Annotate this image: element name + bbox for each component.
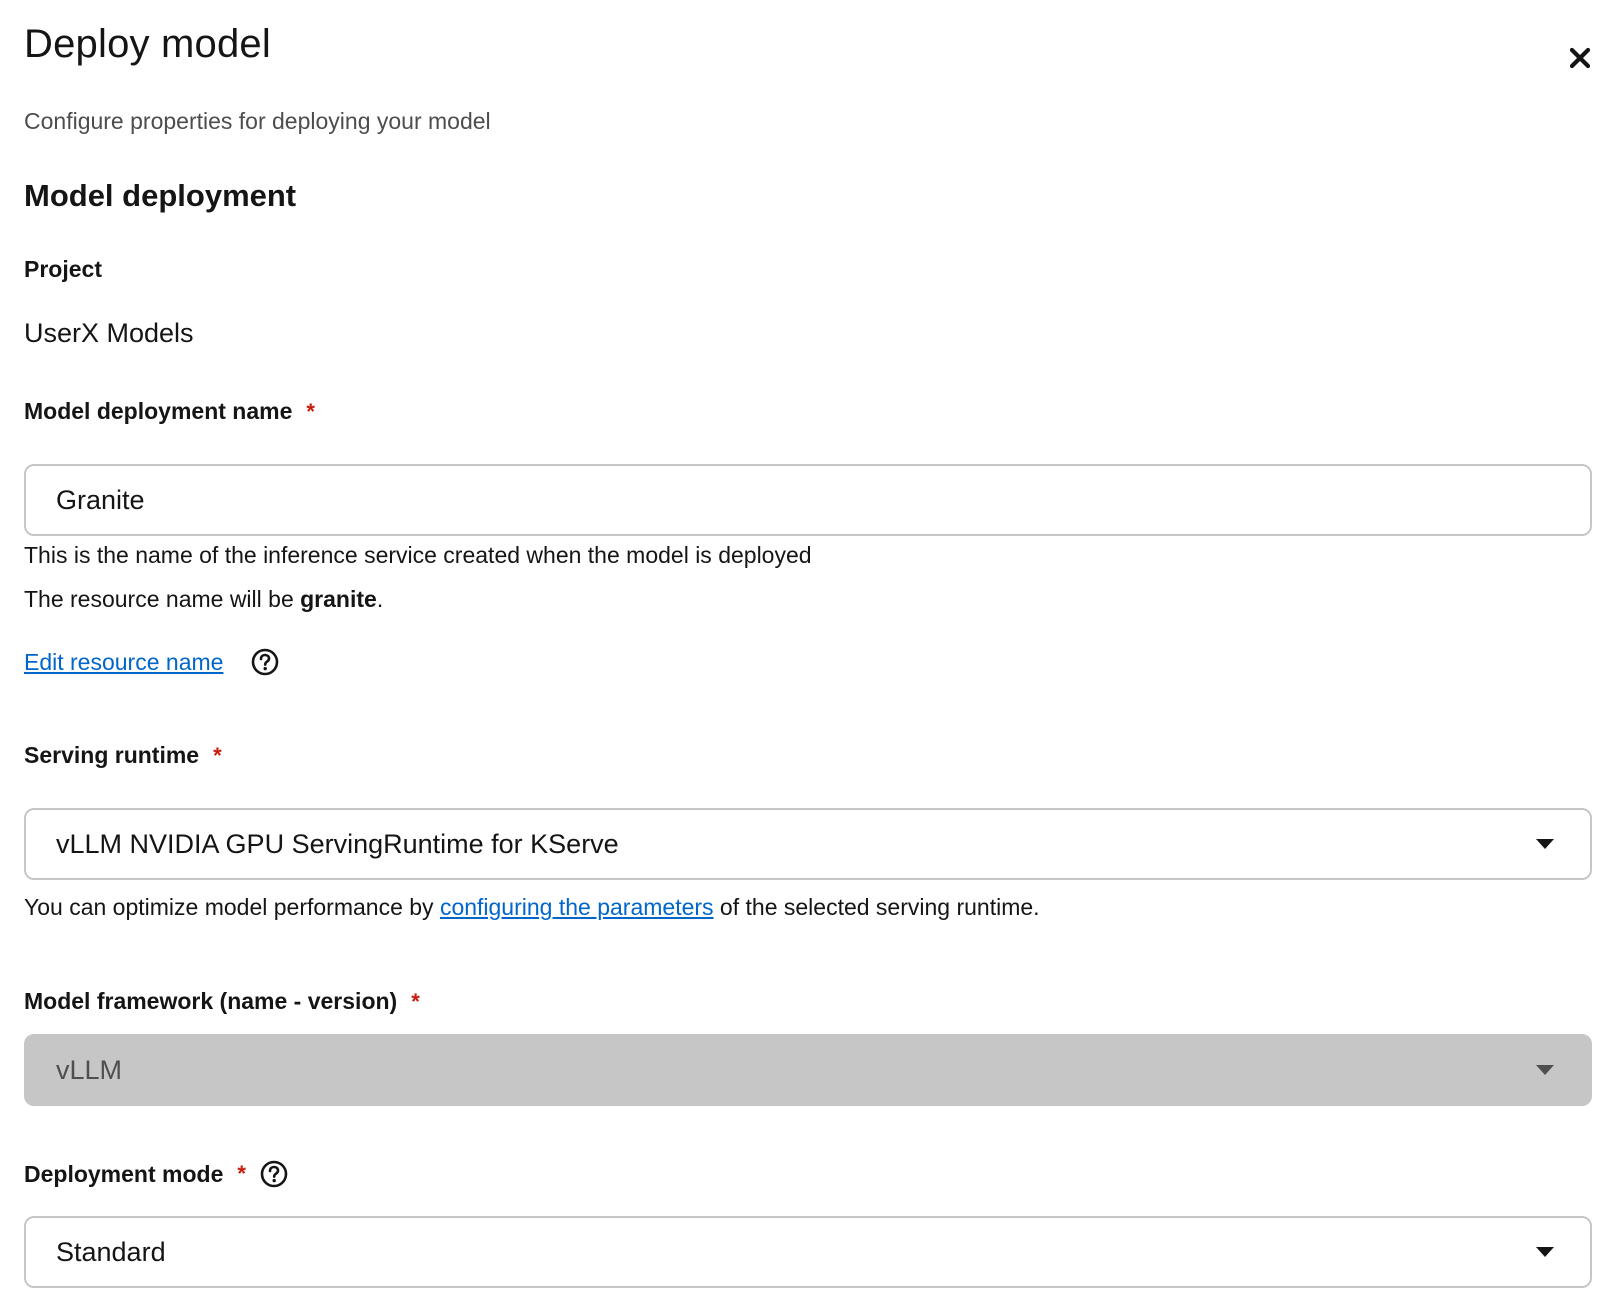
help-icon[interactable]	[260, 1160, 288, 1188]
model-framework-label-text: Model framework (name - version)	[24, 988, 398, 1014]
edit-resource-name-link[interactable]: Edit resource name	[24, 649, 223, 676]
model-framework-label: Model framework (name - version) *	[24, 988, 420, 1015]
deployment-mode-value: Standard	[56, 1236, 166, 1267]
deployment-name-helper: This is the name of the inference servic…	[24, 542, 812, 568]
close-icon	[1569, 47, 1591, 69]
deployment-name-label: Model deployment name *	[24, 398, 315, 425]
serving-runtime-label-text: Serving runtime	[24, 742, 200, 768]
section-title: Model deployment	[24, 178, 297, 213]
resource-name-text: The resource name will be granite.	[24, 586, 383, 613]
deployment-name-field[interactable]	[24, 464, 1592, 536]
project-label-text: Project	[24, 256, 102, 282]
close-button[interactable]	[1564, 42, 1596, 74]
project-label: Project	[24, 256, 102, 283]
deployment-name-input[interactable]	[56, 484, 1590, 516]
model-framework-select: vLLM	[24, 1034, 1592, 1106]
modal-title: Deploy model	[24, 22, 271, 66]
required-marker: *	[306, 398, 315, 424]
serving-runtime-helper-suffix: of the selected serving runtime.	[713, 894, 1040, 920]
model-framework-value: vLLM	[56, 1054, 123, 1085]
caret-down-icon	[1536, 839, 1554, 849]
deployment-mode-label-text: Deployment mode	[24, 1160, 224, 1187]
serving-runtime-helper: You can optimize model performance by co…	[24, 894, 1040, 921]
configuring-parameters-link[interactable]: configuring the parameters	[440, 894, 714, 920]
serving-runtime-value: vLLM NVIDIA GPU ServingRuntime for KServ…	[56, 828, 619, 859]
required-marker: *	[237, 1161, 246, 1186]
project-value: UserX Models	[24, 318, 194, 348]
deployment-mode-select[interactable]: Standard	[24, 1216, 1592, 1288]
deployment-mode-label: Deployment mode *	[24, 1160, 288, 1188]
serving-runtime-label: Serving runtime *	[24, 742, 222, 769]
caret-down-icon	[1536, 1065, 1554, 1075]
modal-subtitle: Configure properties for deploying your …	[24, 108, 491, 134]
resource-name-suffix: .	[376, 586, 384, 612]
serving-runtime-select[interactable]: vLLM NVIDIA GPU ServingRuntime for KServ…	[24, 808, 1592, 880]
deployment-name-label-text: Model deployment name	[24, 398, 293, 424]
resource-name-prefix: The resource name will be	[24, 586, 301, 612]
deploy-model-modal: Deploy model Configure properties for de…	[0, 0, 1620, 1312]
required-marker: *	[411, 988, 420, 1014]
caret-down-icon	[1536, 1247, 1554, 1257]
serving-runtime-helper-prefix: You can optimize model performance by	[24, 894, 440, 920]
help-icon[interactable]	[251, 648, 279, 676]
edit-resource-row: Edit resource name	[24, 648, 279, 676]
required-marker: *	[213, 742, 222, 768]
resource-name-value: granite	[300, 586, 377, 612]
